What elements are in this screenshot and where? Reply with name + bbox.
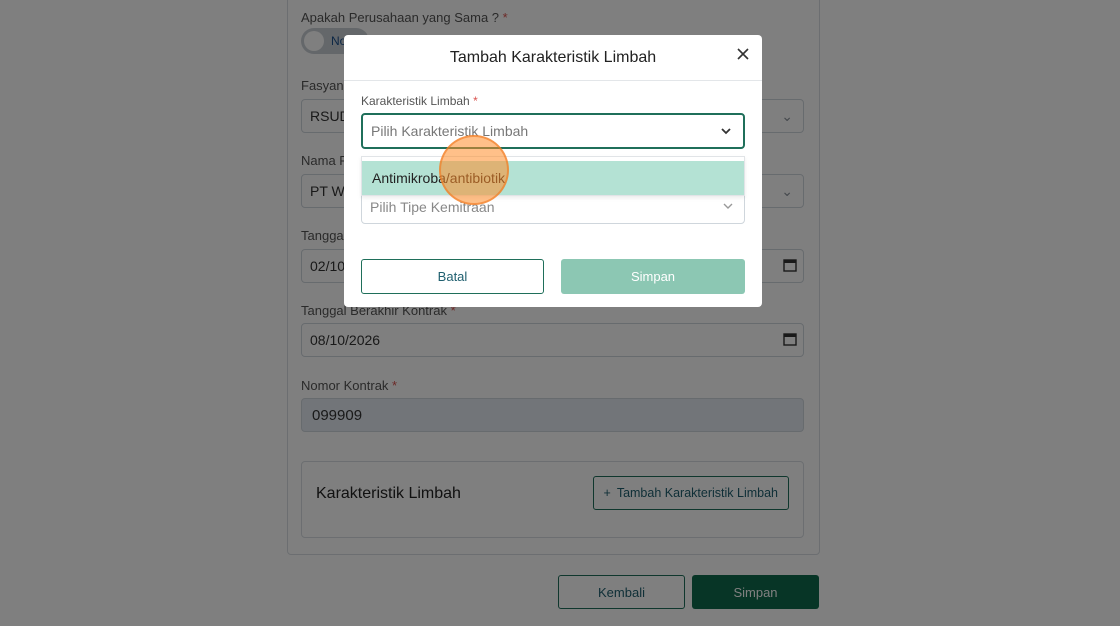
chevron-down-icon — [723, 203, 733, 209]
modal-title: Tambah Karakteristik Limbah — [449, 49, 657, 66]
dropdown-option[interactable]: Antimikroba/antibiotik — [362, 161, 744, 195]
click-indicator — [439, 135, 509, 205]
add-waste-characteristic-modal: Tambah Karakteristik Limbah Karakteristi… — [344, 35, 762, 307]
close-icon[interactable] — [736, 47, 750, 61]
waste-characteristic-label: Karakteristik Limbah * — [361, 94, 478, 108]
chevron-down-icon — [721, 128, 731, 135]
modal-save-button[interactable]: Simpan — [561, 259, 745, 294]
waste-characteristic-dropdown: Antimikroba/antibiotik — [361, 156, 745, 196]
modal-divider — [344, 80, 762, 81]
select-placeholder: Pilih Karakteristik Limbah — [371, 123, 529, 139]
waste-characteristic-select[interactable]: Pilih Karakteristik Limbah — [361, 113, 745, 149]
cancel-button[interactable]: Batal — [361, 259, 544, 294]
